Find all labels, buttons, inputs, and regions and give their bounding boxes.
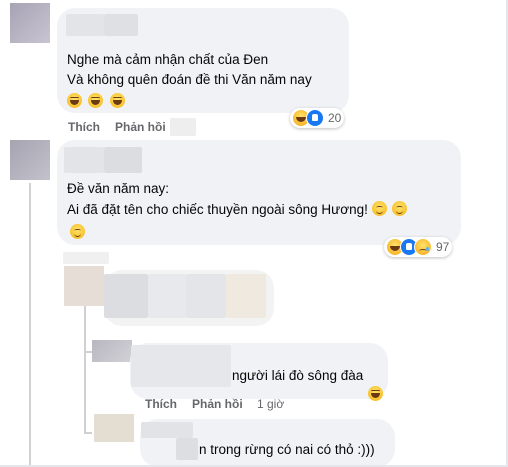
emoji-row bbox=[70, 224, 87, 242]
commenter-name-blurred bbox=[66, 14, 104, 36]
blurred-region bbox=[141, 422, 193, 438]
thread-line bbox=[84, 432, 92, 434]
reaction-summary[interactable]: 97 bbox=[384, 237, 453, 257]
reaction-count: 97 bbox=[436, 240, 450, 254]
comment-text-line: Và không quên đoán đề thi Văn năm nay bbox=[67, 72, 312, 87]
thread-line bbox=[84, 351, 92, 353]
thread-line bbox=[29, 183, 31, 467]
blurred-region bbox=[226, 274, 266, 318]
blurred-region bbox=[176, 438, 198, 460]
blurred-region bbox=[63, 252, 109, 264]
laughing-emoji-icon bbox=[368, 386, 383, 401]
comment-text-line: Nghe mà cảm nhận chất của Đen bbox=[67, 52, 269, 67]
reply-text: n trong rừng có nai có thỏ :))) bbox=[199, 442, 375, 457]
blurred-region bbox=[148, 274, 186, 318]
like-button[interactable]: Thích bbox=[145, 397, 177, 411]
avatar[interactable] bbox=[64, 266, 104, 306]
comment-text-line: Đề văn năm nay: bbox=[67, 181, 170, 196]
avatar[interactable] bbox=[94, 414, 134, 442]
timestamp[interactable]: 1 giờ bbox=[257, 397, 284, 411]
blurred-region bbox=[104, 274, 148, 318]
comment-text-line: Ai đã đặt tên cho chiếc thuyền ngoài sôn… bbox=[67, 202, 368, 217]
reply-button[interactable]: Phản hồi bbox=[115, 120, 166, 134]
commenter-name-blurred bbox=[104, 14, 138, 36]
laughing-emoji-icon bbox=[88, 93, 104, 108]
avatar[interactable] bbox=[10, 3, 50, 43]
sad-icon bbox=[414, 238, 432, 256]
blurred-region bbox=[170, 118, 196, 136]
laughing-emoji-icon bbox=[67, 93, 82, 108]
smiling-emoji-icon bbox=[371, 201, 387, 216]
comment-text-with-emoji: Ai đã đặt tên cho chiếc thuyền ngoài sôn… bbox=[67, 200, 409, 220]
reaction-summary[interactable]: 20 bbox=[290, 108, 345, 128]
reaction-count: 20 bbox=[328, 111, 342, 125]
laughing-emoji-icon bbox=[109, 93, 125, 108]
emoji-row bbox=[67, 93, 127, 111]
emoji-row bbox=[368, 386, 385, 404]
blurred-region bbox=[186, 274, 226, 318]
avatar[interactable] bbox=[10, 140, 50, 180]
like-button[interactable]: Thích bbox=[68, 120, 100, 134]
reply-button[interactable]: Phản hồi bbox=[192, 397, 243, 411]
reply-text: người lái đò sông đàa bbox=[232, 368, 364, 383]
avatar[interactable] bbox=[92, 340, 132, 362]
thread-line bbox=[84, 304, 86, 434]
smiling-emoji-icon bbox=[70, 224, 85, 239]
like-icon bbox=[306, 109, 324, 127]
blurred-region bbox=[131, 345, 231, 387]
smiling-emoji-icon bbox=[392, 201, 408, 216]
commenter-name-blurred bbox=[64, 147, 104, 173]
commenter-name-blurred bbox=[104, 147, 142, 173]
